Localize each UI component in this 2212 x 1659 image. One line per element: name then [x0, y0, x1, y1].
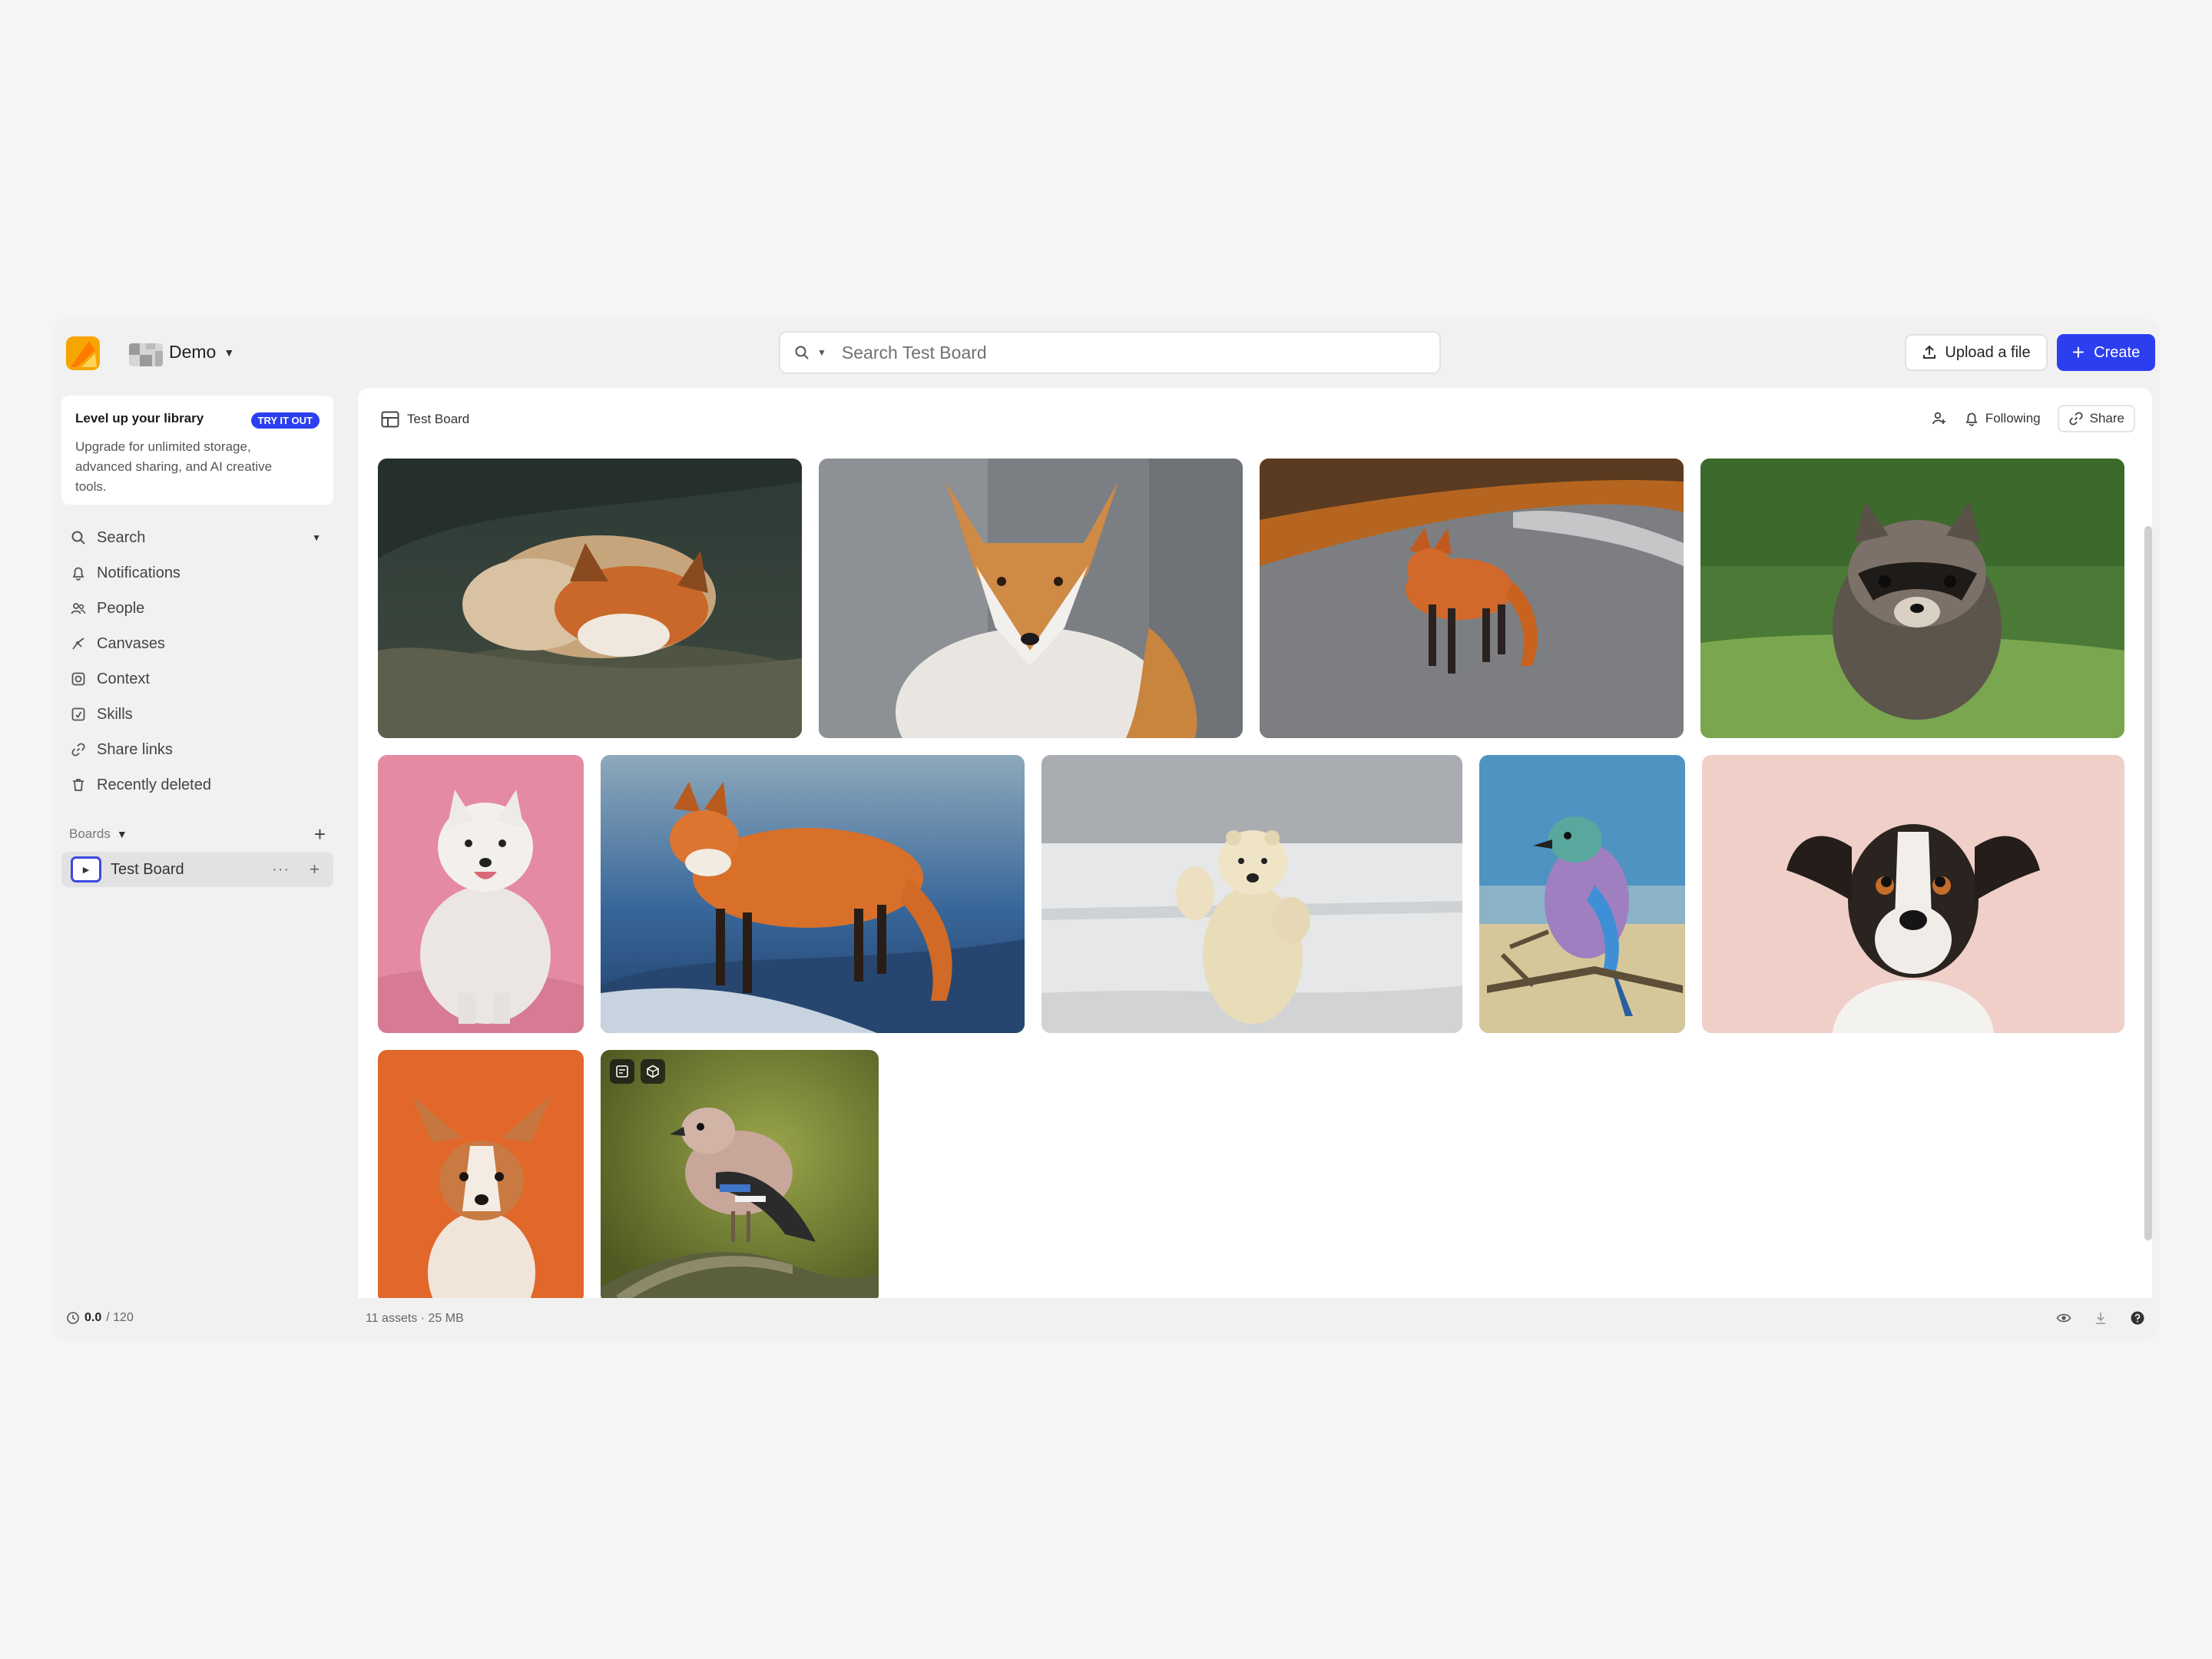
workspace-name: Demo: [169, 342, 217, 362]
sidebar-item-skills[interactable]: Skills: [61, 697, 333, 732]
asset-tile-fox-snow[interactable]: [819, 459, 1243, 738]
chevron-down-icon[interactable]: ▼: [312, 532, 321, 543]
sidebar-item-label: Notifications: [97, 564, 180, 581]
search-bar: ▼: [779, 331, 1441, 374]
generate-variation-icon[interactable]: [610, 1059, 634, 1084]
upgrade-promo-card: Level up your library TRY IT OUT Upgrade…: [61, 396, 333, 505]
workspace-avatar: [129, 343, 163, 366]
context-icon: [71, 672, 85, 686]
board-expand-icon[interactable]: ▶: [71, 856, 101, 882]
clock-icon: [67, 1312, 79, 1324]
sidebar-item-label: Skills: [97, 705, 133, 723]
asset-badges: [610, 1059, 665, 1084]
sidebar: Level up your library TRY IT OUT Upgrade…: [52, 388, 359, 1271]
sidebar-nav: Search ▼ Notifications People Canvases C…: [61, 520, 333, 803]
status-icons: [2055, 1310, 2146, 1326]
asset-tile-raccoon[interactable]: [1700, 459, 2124, 738]
credits-total: / 120: [106, 1311, 134, 1324]
create-button[interactable]: + Create: [2057, 334, 2155, 371]
add-board-button[interactable]: +: [314, 823, 326, 846]
sidebar-item-canvases[interactable]: Canvases: [61, 626, 333, 661]
search-icon: [71, 531, 85, 545]
try-it-out-badge[interactable]: TRY IT OUT: [250, 412, 320, 429]
asset-tile-jay-bird[interactable]: [601, 1050, 879, 1298]
upload-file-button[interactable]: Upload a file: [1905, 334, 2048, 371]
bell-icon: [72, 567, 84, 581]
sidebar-item-label: Recently deleted: [97, 776, 211, 793]
sidebar-item-label: Search: [97, 528, 146, 546]
board-label: Test Board: [111, 860, 184, 878]
ai-model-icon[interactable]: [641, 1059, 665, 1084]
sidebar-item-context[interactable]: Context: [61, 661, 333, 697]
skills-icon: [71, 707, 85, 721]
canvas-icon: [72, 637, 84, 650]
sidebar-item-label: People: [97, 599, 145, 617]
upload-icon: [1923, 345, 1936, 359]
trash-icon: [73, 779, 84, 791]
asset-tile-corgi[interactable]: [378, 1050, 584, 1298]
asset-summary: 11 assets · 25 MB: [366, 1312, 464, 1325]
sidebar-item-notifications[interactable]: Notifications: [61, 555, 333, 591]
chevron-down-icon[interactable]: ▼: [117, 828, 127, 840]
sidebar-item-people[interactable]: People: [61, 591, 333, 626]
plus-icon: +: [2071, 340, 2085, 364]
asset-tile-fox-road[interactable]: [1260, 459, 1684, 738]
asset-tile-roller-bird[interactable]: [1479, 755, 1685, 1033]
sidebar-item-label: Share links: [97, 740, 173, 758]
app-logo[interactable]: [66, 336, 100, 370]
search-scope-chevron-icon[interactable]: ▼: [817, 347, 826, 358]
eye-icon[interactable]: [2055, 1310, 2072, 1326]
download-icon[interactable]: [2092, 1310, 2109, 1326]
asset-tile-jack-russell[interactable]: [1702, 755, 2124, 1033]
status-bar: 0.0 / 120 11 assets · 25 MB: [52, 1302, 2160, 1340]
sidebar-item-share-links[interactable]: Share links: [61, 732, 333, 767]
search-icon: [795, 346, 809, 359]
board-panel: Test Board Following Share: [358, 388, 2152, 1298]
asset-tile-fox-dusk[interactable]: [601, 755, 1025, 1033]
sidebar-item-search[interactable]: Search ▼: [61, 520, 333, 555]
credits-counter[interactable]: 0.0 / 120: [66, 1311, 134, 1325]
help-icon[interactable]: [2129, 1310, 2146, 1326]
sidebar-item-label: Canvases: [97, 634, 165, 652]
sidebar-item-recently-deleted[interactable]: Recently deleted: [61, 767, 333, 803]
top-bar: Demo ▼ ▼ Upload a file + Create: [52, 319, 2160, 388]
app-window: Demo ▼ ▼ Upload a file + Create Level up…: [52, 319, 2160, 1340]
gallery-scrollbar[interactable]: [2144, 526, 2152, 1240]
boards-label: Boards: [69, 826, 111, 841]
asset-gallery: [358, 388, 2152, 1298]
sidebar-board-test-board[interactable]: ▶ Test Board ··· +: [61, 852, 333, 887]
asset-tile-polar-bear[interactable]: [1041, 755, 1462, 1033]
more-options-icon[interactable]: ···: [272, 861, 290, 879]
promo-text: Upgrade for unlimited storage, advanced …: [75, 439, 273, 494]
sidebar-item-label: Context: [97, 670, 150, 687]
credits-used: 0.0: [84, 1311, 102, 1324]
boards-section-header: Boards ▼ +: [69, 823, 326, 846]
add-sub-board-button[interactable]: +: [310, 859, 320, 879]
asset-tile-samoyed[interactable]: [378, 755, 584, 1033]
upload-file-label: Upload a file: [1945, 343, 2031, 361]
asset-tile-sleeping-fox[interactable]: [378, 459, 802, 738]
link-icon: [71, 743, 85, 757]
chevron-down-icon: ▼: [224, 346, 235, 359]
workspace-switcher[interactable]: Demo ▼: [169, 342, 234, 363]
create-label: Create: [2094, 343, 2141, 361]
search-input[interactable]: [841, 342, 1439, 363]
people-icon: [71, 603, 86, 614]
